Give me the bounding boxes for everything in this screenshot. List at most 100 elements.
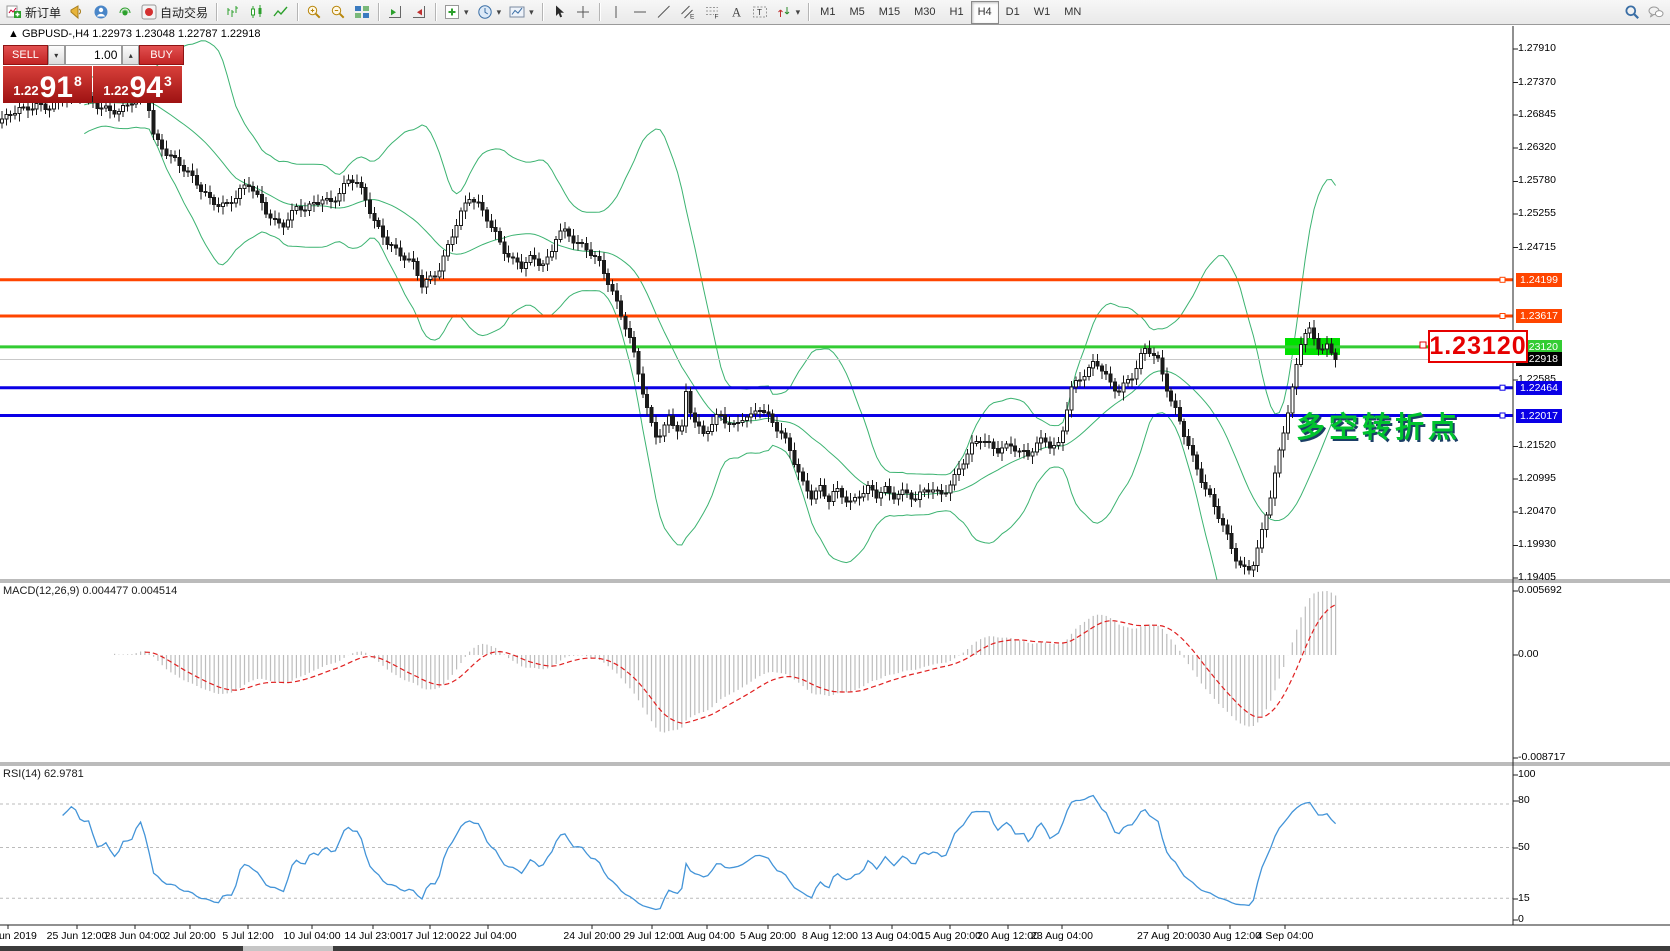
date-label: 10 Jul 04:00: [283, 930, 340, 942]
fibonacci-button[interactable]: F: [700, 1, 724, 24]
new-order-button[interactable]: 新订单: [2, 1, 65, 24]
candles-icon: [249, 4, 265, 20]
text-button[interactable]: A: [724, 1, 748, 24]
timeframe-m5-button[interactable]: M5: [842, 1, 871, 24]
signals-button[interactable]: [113, 1, 137, 24]
timeframe-mn-button[interactable]: MN: [1057, 1, 1088, 24]
hline-icon: [632, 4, 648, 20]
date-label: 17 Jul 12:00: [401, 930, 458, 942]
volume-increase-button[interactable]: ▴: [122, 45, 139, 65]
channel-icon: E: [680, 4, 696, 20]
timeframe-h4-button[interactable]: H4: [971, 1, 999, 24]
trendline-icon: [656, 4, 672, 20]
vline-icon: [608, 4, 624, 20]
date-label: 20 Aug 12:00: [977, 930, 1039, 942]
tile-windows-icon: [354, 4, 370, 20]
candlestick-chart-button[interactable]: [245, 1, 269, 24]
axis-label: 1.24715: [1518, 241, 1556, 253]
macd-header: MACD(12,26,9) 0.004477 0.004514: [3, 585, 177, 597]
buy-button[interactable]: BUY: [139, 45, 184, 65]
axis-label: 0.00: [1518, 648, 1538, 660]
crosshair-icon: [575, 4, 591, 20]
chart-shift-button[interactable]: [383, 1, 407, 24]
chevron-down-icon: ▾: [497, 7, 502, 18]
date-label: 30 Aug 12:00: [1199, 930, 1261, 942]
timeframe-m30-button[interactable]: M30: [907, 1, 942, 24]
svg-text:T: T: [757, 8, 762, 17]
buy-price-prefix: 1.22: [103, 83, 128, 98]
buy-price-main: 94: [130, 75, 163, 101]
text-label-button[interactable]: T: [748, 1, 772, 24]
axis-label: 1.19930: [1518, 538, 1556, 550]
axis-label: 1.26320: [1518, 141, 1556, 153]
periods-button[interactable]: ▾: [473, 1, 506, 24]
sell-price-main: 91: [40, 75, 73, 101]
axis-label: 1.27370: [1518, 76, 1556, 88]
date-label: 15 Aug 20:00: [919, 930, 981, 942]
callout-anchor: [1420, 342, 1426, 348]
date-label: 4 Sep 04:00: [1257, 930, 1314, 942]
indicators-icon: [444, 4, 460, 20]
timeframe-m15-button[interactable]: M15: [872, 1, 907, 24]
autotrading-button[interactable]: 自动交易: [137, 1, 212, 24]
zoom-out-icon: [330, 4, 346, 20]
indicators-button[interactable]: ▾: [440, 1, 473, 24]
timeframe-h1-button[interactable]: H1: [943, 1, 971, 24]
svg-text:E: E: [690, 14, 695, 21]
axis-label: 50: [1518, 841, 1530, 853]
chevron-down-icon: ▾: [464, 7, 469, 18]
timeframe-d1-button[interactable]: D1: [999, 1, 1027, 24]
crosshair-button[interactable]: [571, 1, 595, 24]
chart-shift-icon: [387, 4, 403, 20]
vertical-line-button[interactable]: [604, 1, 628, 24]
line-chart-button[interactable]: [269, 1, 293, 24]
search-icon: [1624, 4, 1640, 20]
autotrading-button-label: 自动交易: [160, 4, 208, 21]
timeframe-w1-button[interactable]: W1: [1027, 1, 1058, 24]
equidistant-channel-button[interactable]: E: [676, 1, 700, 24]
auto-scroll-button[interactable]: [407, 1, 431, 24]
label-icon: T: [752, 4, 768, 20]
chevron-down-icon: ▾: [796, 7, 801, 18]
toolbar-separator: [297, 3, 298, 21]
axis-label: 1.25255: [1518, 207, 1556, 219]
trendline-button[interactable]: [652, 1, 676, 24]
timeframe-m1-button[interactable]: M1: [813, 1, 842, 24]
bar-chart-button[interactable]: [221, 1, 245, 24]
toolbar-separator: [216, 3, 217, 21]
chart-ohlc-text: GBPUSD-,H4 1.22973 1.23048 1.22787 1.229…: [22, 28, 261, 40]
svg-text:A: A: [732, 6, 741, 20]
date-label: 28 Jun 04:00: [105, 930, 166, 942]
text-icon: A: [728, 4, 744, 20]
volume-input[interactable]: 1.00: [65, 45, 123, 65]
tile-windows-button[interactable]: [350, 1, 374, 24]
date-label: 2 Jul 20:00: [164, 930, 215, 942]
toolbar-separator: [435, 3, 436, 21]
rsi-header: RSI(14) 62.9781: [3, 768, 84, 780]
date-label: 24 Jul 20:00: [563, 930, 620, 942]
chat-icon: [1648, 4, 1664, 20]
arrows-button[interactable]: ▾: [772, 1, 805, 24]
sell-price[interactable]: 1.22 91 8: [3, 66, 92, 103]
cursor-icon: [551, 4, 567, 20]
chat-button[interactable]: [1644, 1, 1668, 24]
cursor-button[interactable]: [547, 1, 571, 24]
volume-decrease-button[interactable]: ▾: [48, 45, 65, 65]
axis-label: 1.20470: [1518, 505, 1556, 517]
sell-button[interactable]: SELL: [3, 45, 48, 65]
search-button[interactable]: [1620, 1, 1644, 24]
zoom-out-button[interactable]: [326, 1, 350, 24]
date-label: 27 Aug 20:00: [1137, 930, 1199, 942]
chart-canvas[interactable]: [0, 0, 1670, 951]
zoom-in-button[interactable]: [302, 1, 326, 24]
chevron-down-icon: ▾: [529, 7, 534, 18]
chart-note-text[interactable]: 多空转折点: [1296, 404, 1461, 446]
fibo-icon: F: [704, 4, 720, 20]
community-button[interactable]: [89, 1, 113, 24]
templates-button[interactable]: ▾: [505, 1, 538, 24]
news-button[interactable]: [65, 1, 89, 24]
price-level-callout[interactable]: 1.23120: [1428, 330, 1528, 363]
buy-price-pip: 3: [164, 73, 172, 89]
buy-price[interactable]: 1.22 94 3: [93, 66, 182, 103]
horizontal-line-button[interactable]: [628, 1, 652, 24]
